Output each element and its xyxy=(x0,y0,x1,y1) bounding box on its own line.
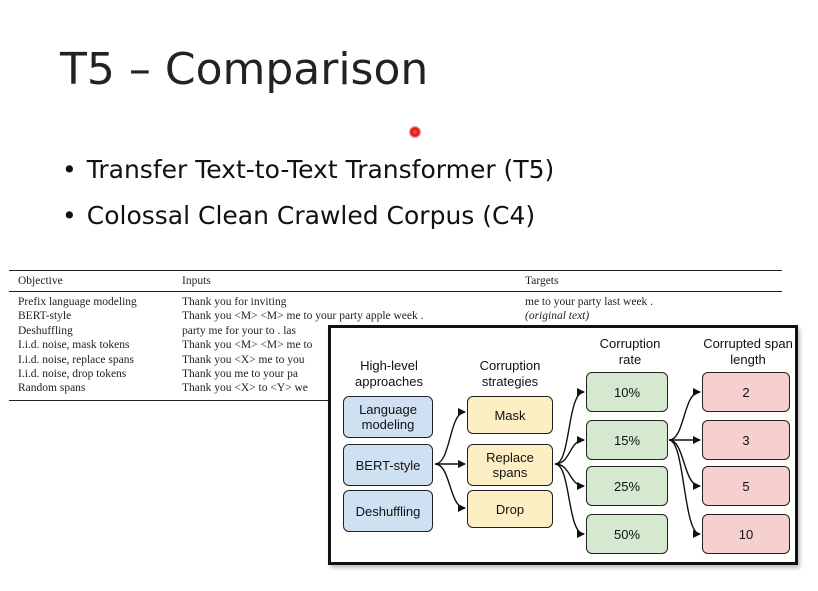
table-row: Prefix language modeling Thank you for i… xyxy=(9,296,782,310)
cell-objective: I.i.d. noise, replace spans xyxy=(18,353,134,366)
rate-15: 15% xyxy=(586,420,668,460)
cell-inputs: party me for your to . las xyxy=(182,324,297,337)
slide-title: T5 – Comparison xyxy=(60,44,429,95)
span-5: 5 xyxy=(702,466,790,506)
strategy-mask: Mask xyxy=(467,396,553,434)
strategy-replace-spans: Replace spans xyxy=(467,444,553,486)
bullet-item: Colossal Clean Crawled Corpus (C4) xyxy=(62,196,554,242)
approach-language-modeling: Language modeling xyxy=(343,396,433,438)
span-3: 3 xyxy=(702,420,790,460)
cell-inputs: Thank you me to your pa xyxy=(182,367,298,380)
strategy-drop: Drop xyxy=(467,490,553,528)
cell-targets: (original text) xyxy=(525,310,590,323)
corruption-flow-diagram: High-level approaches Corruption strateg… xyxy=(328,325,798,565)
header-rate: Corruption rate xyxy=(599,336,661,367)
cell-inputs: Thank you for inviting xyxy=(182,296,287,308)
header-approaches: High-level approaches xyxy=(355,358,423,389)
header-strategies: Corruption strategies xyxy=(479,358,541,389)
span-10: 10 xyxy=(702,514,790,554)
table-row: BERT-style Thank you <M> <M> me to your … xyxy=(9,310,782,324)
cell-objective: Random spans xyxy=(18,382,86,395)
bullet-list: Transfer Text-to-Text Transformer (T5) C… xyxy=(62,150,555,242)
header-targets: Targets xyxy=(525,275,559,287)
cell-inputs: Thank you <X> to <Y> we xyxy=(182,382,308,395)
cell-objective: I.i.d. noise, mask tokens xyxy=(18,339,130,352)
cell-objective: Deshuffling xyxy=(18,324,73,337)
laser-pointer-dot xyxy=(409,126,421,138)
rate-10: 10% xyxy=(586,372,668,412)
header-span: Corrupted span length xyxy=(703,336,793,367)
cell-inputs: Thank you <M> <M> me to your party apple… xyxy=(182,310,424,323)
bullet-item: Transfer Text-to-Text Transformer (T5) xyxy=(62,150,555,196)
table-header-row: Objective Inputs Targets xyxy=(9,271,782,291)
rate-50: 50% xyxy=(586,514,668,554)
approach-deshuffling: Deshuffling xyxy=(343,490,433,532)
cell-inputs: Thank you <M> <M> me to xyxy=(182,339,313,352)
cell-objective: BERT-style xyxy=(18,310,72,323)
cell-objective: I.i.d. noise, drop tokens xyxy=(18,367,127,380)
cell-targets: me to your party last week . xyxy=(525,296,654,308)
header-inputs: Inputs xyxy=(182,275,211,287)
approach-bert-style: BERT-style xyxy=(343,444,433,486)
span-2: 2 xyxy=(702,372,790,412)
header-objective: Objective xyxy=(18,275,63,287)
cell-inputs: Thank you <X> me to you xyxy=(182,353,305,366)
cell-objective: Prefix language modeling xyxy=(18,296,137,308)
rate-25: 25% xyxy=(586,466,668,506)
